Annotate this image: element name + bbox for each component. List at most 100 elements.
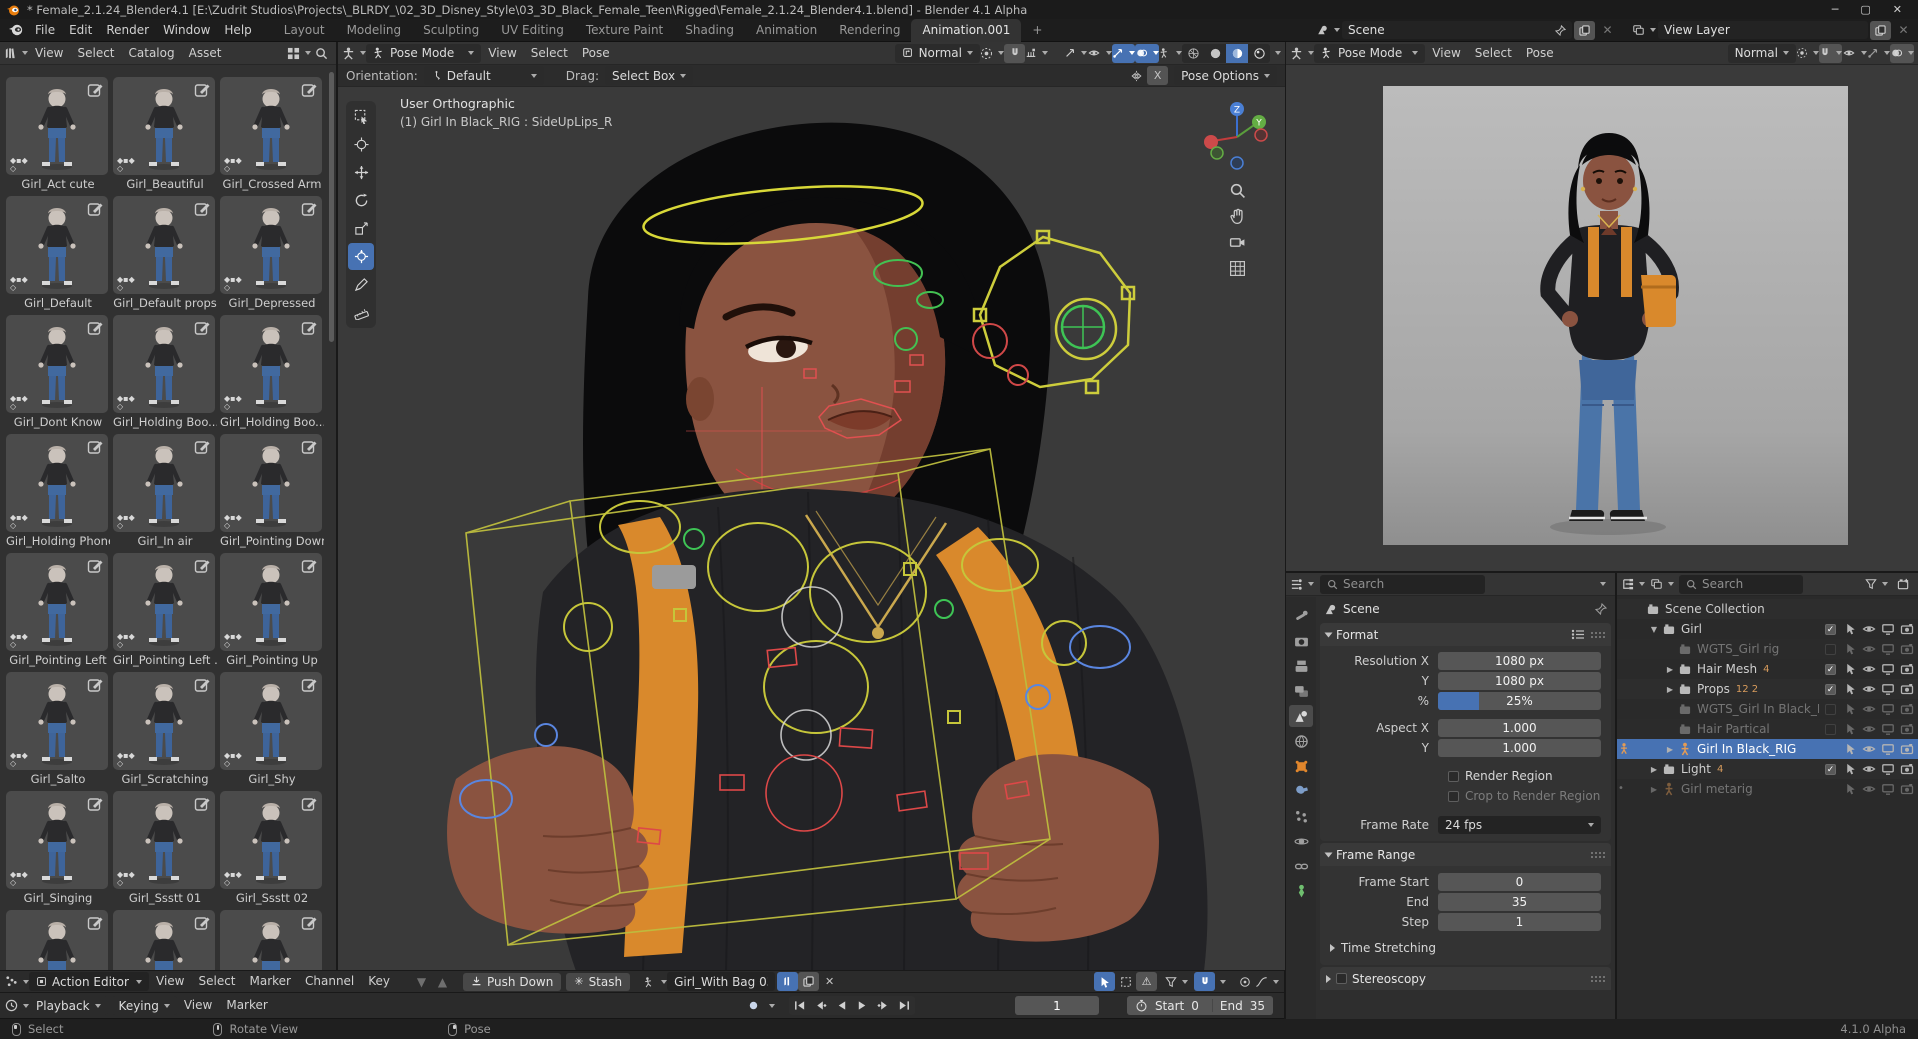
collection-checkbox[interactable]: [1825, 704, 1836, 715]
render-disable-icon[interactable]: [1900, 762, 1914, 776]
asset-card[interactable]: ◆▪◆◇ Girl_Ssstt 01: [113, 791, 217, 910]
hide-eye-icon[interactable]: [1862, 782, 1876, 796]
hide-eye-icon[interactable]: [1862, 642, 1876, 656]
asset-card[interactable]: ◆▪◆◇ Girl_Default: [6, 196, 110, 315]
asset-card[interactable]: ◆▪◆◇: [113, 910, 217, 970]
collection-checkbox[interactable]: ✓: [1825, 764, 1836, 775]
edit-asset-icon[interactable]: [194, 319, 211, 336]
render-disable-icon[interactable]: [1900, 722, 1914, 736]
outliner-row[interactable]: ▼ Girl ✓: [1617, 619, 1918, 639]
action-name-field[interactable]: Girl_With Bag 03: [667, 972, 775, 991]
render-disable-icon[interactable]: [1900, 702, 1914, 716]
menu-item[interactable]: Render: [99, 19, 156, 42]
presets-icon[interactable]: [1571, 629, 1585, 640]
properties-tab-physics[interactable]: [1289, 830, 1313, 852]
menu-item[interactable]: Marker: [243, 970, 298, 993]
new-action-button[interactable]: [798, 972, 819, 991]
jump-to-end-button[interactable]: [894, 996, 915, 1015]
selectable-icon[interactable]: [1844, 782, 1857, 796]
view-layer-field[interactable]: View Layer: [1658, 21, 1868, 39]
tool-move[interactable]: [348, 159, 374, 186]
asset-thumbnail[interactable]: ◆▪◆◇: [6, 553, 108, 651]
edit-asset-icon[interactable]: [301, 200, 318, 217]
edit-asset-icon[interactable]: [87, 557, 104, 574]
properties-search[interactable]: Search: [1320, 575, 1485, 594]
transform-orientation-dropdown[interactable]: Normal: [895, 44, 980, 63]
push-down-button[interactable]: Push Down: [463, 973, 561, 991]
maximize-icon[interactable]: ▢: [1860, 3, 1870, 16]
minimize-icon[interactable]: ─: [1832, 3, 1839, 16]
asset-thumbnail[interactable]: ◆▪◆◇: [113, 434, 215, 532]
property-field[interactable]: 1.000: [1438, 739, 1601, 757]
shading-rendered-button[interactable]: [1248, 44, 1270, 63]
tool-scale[interactable]: [348, 215, 374, 242]
delete-viewlayer-button[interactable]: ✕: [1893, 21, 1914, 40]
selectable-icon[interactable]: [1844, 622, 1857, 636]
asset-thumbnail[interactable]: ◆▪◆◇: [220, 196, 322, 294]
menu-item[interactable]: Select: [1468, 42, 1519, 65]
outliner-row[interactable]: • ▶ Girl metarig: [1617, 779, 1918, 799]
key-interpolation-button[interactable]: [1255, 972, 1279, 991]
selectable-icon[interactable]: [1844, 642, 1857, 656]
outliner-row[interactable]: WGTS_Girl rig: [1617, 639, 1918, 659]
edit-asset-icon[interactable]: [301, 676, 318, 693]
shading-material-button[interactable]: [1226, 44, 1248, 63]
menu-item[interactable]: Marker: [219, 994, 274, 1017]
asset-thumbnail[interactable]: ◆▪◆◇: [113, 791, 215, 889]
edit-asset-icon[interactable]: [194, 795, 211, 812]
selectable-icon[interactable]: [1844, 722, 1857, 736]
show-object-types-button[interactable]: [1087, 44, 1112, 63]
menu-item[interactable]: Edit: [62, 19, 99, 42]
keying-dropdown[interactable]: Keying: [112, 996, 177, 1015]
asset-thumbnail[interactable]: ◆▪◆◇: [113, 672, 215, 770]
edit-asset-icon[interactable]: [301, 557, 318, 574]
hide-eye-icon[interactable]: [1862, 662, 1876, 676]
pivot-point-button[interactable]: [980, 44, 1004, 63]
proportional-edit-button[interactable]: [1064, 44, 1087, 63]
editor-type-button[interactable]: [4, 44, 28, 63]
outliner-row[interactable]: ▶ Girl In Black_RIG: [1617, 739, 1918, 759]
properties-tab-tool[interactable]: [1289, 605, 1313, 627]
edit-asset-icon[interactable]: [87, 81, 104, 98]
tool-measure[interactable]: [348, 299, 374, 326]
pivot-point-button[interactable]: [1796, 44, 1819, 63]
asset-card[interactable]: ◆▪◆◇ Girl_Pointing Up: [220, 553, 324, 672]
tool-rotate[interactable]: [348, 187, 374, 214]
asset-browser-scrollbar[interactable]: [329, 72, 334, 342]
asset-thumbnail[interactable]: ◆▪◆◇: [6, 910, 108, 970]
end-value[interactable]: 35: [1250, 999, 1265, 1013]
asset-thumbnail[interactable]: ◆▪◆◇: [113, 910, 215, 970]
workspace-tab[interactable]: UV Editing: [490, 19, 575, 42]
edit-asset-icon[interactable]: [194, 557, 211, 574]
stereoscopy-panel-header[interactable]: Stereoscopy: [1320, 967, 1611, 990]
expand-arrow[interactable]: ▶: [1663, 665, 1677, 674]
orientation-gizmo[interactable]: Z Y: [1199, 97, 1275, 173]
mirror-x-button[interactable]: [1126, 66, 1147, 85]
crop-region-checkbox[interactable]: [1448, 791, 1459, 802]
scene-browse-button[interactable]: [1316, 21, 1340, 40]
prev-keyframe-button[interactable]: [810, 996, 831, 1015]
edit-asset-icon[interactable]: [194, 81, 211, 98]
playback-dropdown[interactable]: Playback: [29, 996, 108, 1015]
properties-tab-particles[interactable]: [1289, 805, 1313, 827]
hide-eye-icon[interactable]: [1862, 702, 1876, 716]
orientation-setting-dropdown[interactable]: Default: [424, 66, 544, 85]
delete-scene-button[interactable]: ✕: [1597, 21, 1618, 40]
selectable-icon[interactable]: [1844, 682, 1857, 696]
outliner-row[interactable]: Scene Collection: [1617, 599, 1918, 619]
tool-cursor[interactable]: [348, 131, 374, 158]
render-disable-icon[interactable]: [1900, 622, 1914, 636]
render-disable-icon[interactable]: [1900, 682, 1914, 696]
zoom-icon[interactable]: [1229, 182, 1246, 199]
viewport-disable-icon[interactable]: [1881, 642, 1895, 656]
workspace-tab[interactable]: Shading: [674, 19, 745, 42]
workspace-tab[interactable]: Sculpting: [412, 19, 490, 42]
menu-item[interactable]: Pose: [575, 42, 617, 65]
properties-tab-object[interactable]: [1289, 755, 1313, 777]
crop-region-row[interactable]: Crop to Render Region: [1448, 787, 1601, 805]
editor-type-button[interactable]: [5, 972, 29, 991]
hide-eye-icon[interactable]: [1862, 622, 1876, 636]
expand-arrow[interactable]: ▶: [1647, 765, 1661, 774]
menu-item[interactable]: View: [149, 970, 191, 993]
asset-card[interactable]: ◆▪◆◇ Girl_Salto: [6, 672, 110, 791]
